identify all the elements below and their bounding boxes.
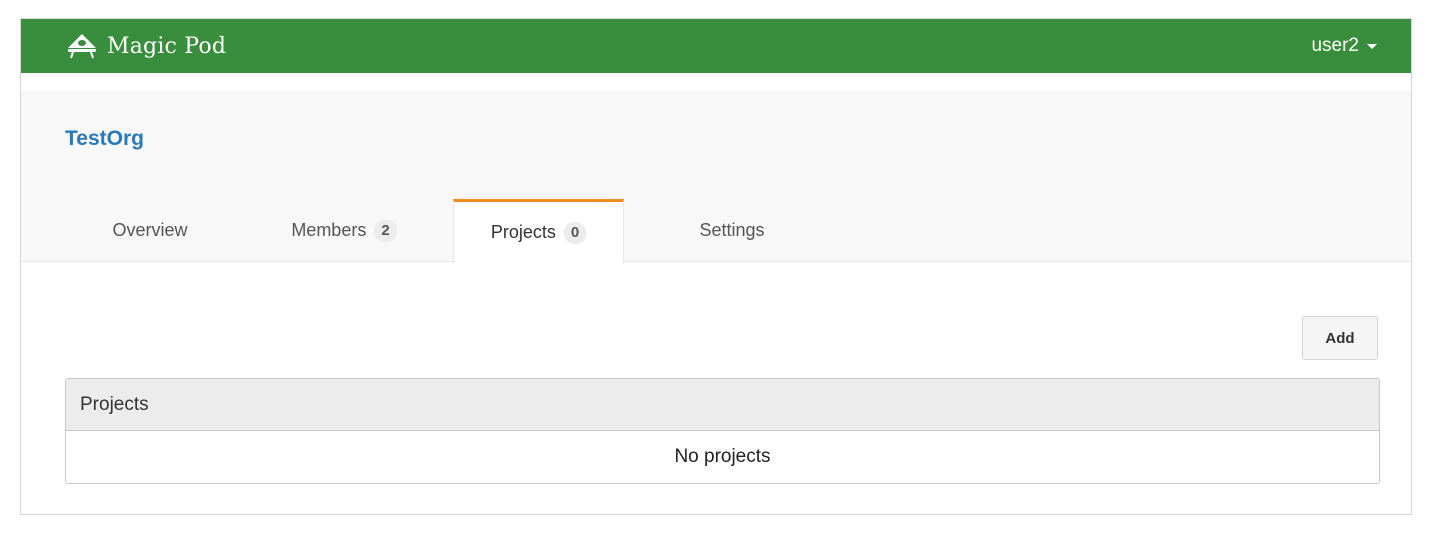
empty-state-message: No projects [674,446,771,467]
brand-link[interactable]: Magic Pod [65,31,226,61]
tab-label: Settings [699,220,765,240]
projects-count-badge: 0 [563,221,587,244]
tab-overview[interactable]: Overview [77,199,223,262]
org-name-link[interactable]: TestOrg [65,127,144,151]
members-count-badge: 2 [374,219,397,242]
tab-settings[interactable]: Settings [661,199,803,262]
user-name: user2 [1311,35,1359,56]
add-project-button[interactable]: Add [1302,316,1378,360]
brand-name: Magic Pod [107,33,227,59]
tab-label: Projects [490,222,556,242]
projects-panel: Projects No projects [65,378,1380,484]
magic-pod-logo-icon [68,34,96,59]
panel-heading: Projects [66,379,1379,431]
org-header: TestOrg Overview Members 2 Projects 0 Se… [21,91,1411,263]
tab-label: Members [291,220,367,240]
top-navbar: Magic Pod user2 [21,19,1411,73]
app-frame: Magic Pod user2 TestOrg Overview Members… [20,18,1412,515]
tab-label: Overview [112,220,188,240]
user-menu-dropdown[interactable]: user2 [1311,35,1377,57]
tab-members[interactable]: Members 2 [269,199,419,262]
tab-projects[interactable]: Projects 0 [453,199,624,263]
caret-down-icon [1367,43,1377,49]
